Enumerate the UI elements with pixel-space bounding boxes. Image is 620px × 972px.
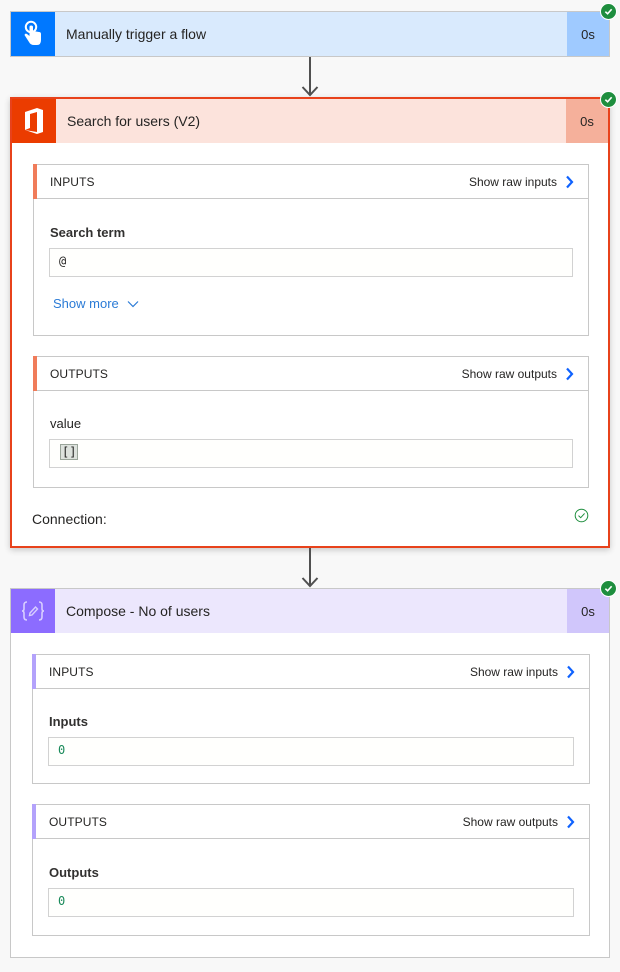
show-raw-outputs-label: Show raw outputs — [461, 366, 557, 381]
outputs-header: OUTPUTS Show raw outputs — [33, 356, 588, 391]
success-check-icon — [600, 91, 617, 108]
outputs-header: OUTPUTS Show raw outputs — [32, 804, 589, 839]
compose-title: Compose - No of users — [55, 589, 567, 633]
show-raw-outputs-link[interactable]: Show raw outputs — [462, 367, 588, 381]
connection-ok-icon — [574, 508, 589, 523]
show-raw-inputs-link[interactable]: Show raw inputs — [470, 665, 589, 679]
chevron-right-icon — [566, 175, 574, 188]
show-raw-inputs-link[interactable]: Show raw inputs — [469, 175, 588, 189]
inputs-header: INPUTS Show raw inputs — [33, 164, 588, 199]
trigger-header[interactable]: Manually trigger a flow 0s — [11, 3, 617, 56]
compose-inputs-section: INPUTS Show raw inputs Inputs 0 — [32, 654, 590, 784]
compose-braces-icon — [11, 589, 55, 633]
inputs-header: INPUTS Show raw inputs — [32, 654, 589, 689]
inputs-field[interactable]: 0 — [48, 737, 574, 766]
show-raw-outputs-label: Show raw outputs — [462, 814, 558, 829]
outputs-label: OUTPUTS — [50, 366, 109, 381]
trigger-duration: 0s — [567, 12, 609, 56]
compose-header[interactable]: Compose - No of users 0s — [11, 580, 617, 633]
show-more-link[interactable]: Show more — [53, 296, 139, 311]
show-raw-inputs-label: Show raw inputs — [468, 174, 557, 189]
touch-hand-icon — [11, 12, 55, 56]
chevron-right-icon — [566, 367, 574, 380]
search-users-header[interactable]: Search for users (V2) 0s — [12, 91, 617, 143]
compose-outputs-section: OUTPUTS Show raw outputs Outputs 0 — [32, 804, 590, 936]
inputs-field-label: Inputs — [49, 714, 88, 729]
search-users-card[interactable]: Search for users (V2) 0s INPUTS Show raw… — [10, 91, 617, 548]
flow-arrow-icon — [301, 548, 319, 588]
flow-arrow-icon — [301, 57, 319, 97]
compose-duration: 0s — [567, 589, 609, 633]
search-users-title: Search for users (V2) — [56, 99, 566, 143]
inputs-label: INPUTS — [49, 664, 94, 679]
search-users-inputs-section: INPUTS Show raw inputs Search term @ Sho… — [33, 164, 589, 336]
outputs-label: OUTPUTS — [49, 814, 108, 829]
success-check-icon — [600, 3, 617, 20]
show-raw-outputs-link[interactable]: Show raw outputs — [463, 815, 589, 829]
office-365-icon — [12, 99, 56, 143]
compose-card[interactable]: Compose - No of users 0s INPUTS Show raw… — [10, 580, 617, 958]
value-field-text: [] — [60, 444, 79, 460]
value-label: value — [50, 416, 82, 431]
outputs-field-label: Outputs — [49, 865, 99, 880]
trigger-card[interactable]: Manually trigger a flow 0s — [10, 3, 617, 57]
search-term-field[interactable]: @ — [49, 248, 573, 277]
show-more-label: Show more — [53, 296, 119, 311]
inputs-label: INPUTS — [50, 174, 95, 189]
chevron-right-icon — [567, 815, 575, 828]
success-check-icon — [600, 580, 617, 597]
connection-label: Connection: — [32, 511, 107, 527]
trigger-title: Manually trigger a flow — [55, 12, 567, 56]
search-users-outputs-section: OUTPUTS Show raw outputs value [] — [33, 356, 589, 488]
outputs-field[interactable]: 0 — [48, 888, 574, 917]
chevron-down-icon — [127, 300, 139, 307]
chevron-right-icon — [567, 665, 575, 678]
search-term-label: Search term — [50, 225, 126, 240]
show-raw-inputs-label: Show raw inputs — [469, 664, 558, 679]
value-field[interactable]: [] — [49, 439, 573, 468]
